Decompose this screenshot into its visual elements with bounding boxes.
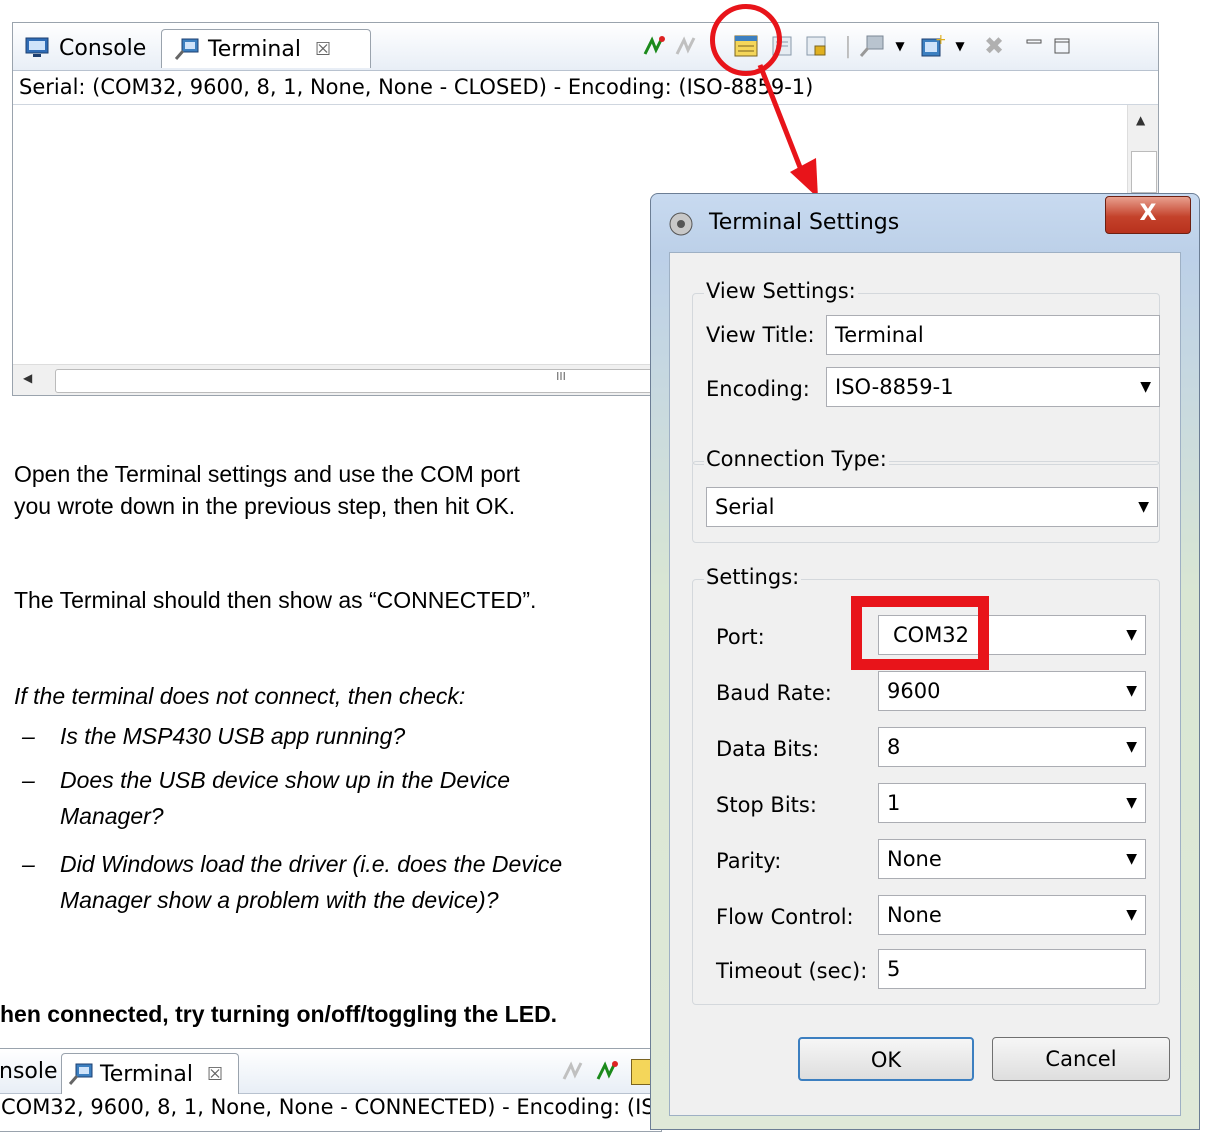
- tab-console-partial[interactable]: nsole: [0, 1059, 58, 1084]
- scroll-up-icon[interactable]: ▲: [1136, 113, 1145, 127]
- step1-line2: you wrote down in the previous step, the…: [14, 493, 516, 519]
- parity-select[interactable]: None ▼: [878, 839, 1146, 879]
- scroll-left-icon[interactable]: ◀: [23, 371, 32, 385]
- connection-status-line-bottom: COM32, 9600, 8, 1, None, None - CONNECTE…: [1, 1095, 655, 1119]
- view-title-value: Terminal: [835, 323, 924, 347]
- scroll-thumb[interactable]: [1131, 151, 1157, 193]
- connection-type-value: Serial: [715, 495, 775, 519]
- check-intro: If the terminal does not connect, then c…: [14, 683, 466, 709]
- tab-terminal-bottom[interactable]: Terminal ☒: [61, 1053, 239, 1094]
- minimize-icon[interactable]: [1021, 33, 1047, 59]
- chevron-down-icon: ▼: [1126, 739, 1137, 755]
- stop-bits-value: 1: [887, 791, 901, 815]
- baud-rate-label: Baud Rate:: [716, 681, 832, 705]
- chevron-down-icon: ▼: [1126, 683, 1137, 699]
- connect-icon-disabled[interactable]: [561, 1059, 585, 1083]
- terminal-view-bottom: nsole Terminal ☒ COM32, 9600, 8, 1, None…: [0, 1048, 662, 1132]
- scroll-lock-icon[interactable]: [803, 33, 829, 59]
- cancel-button[interactable]: Cancel: [992, 1037, 1170, 1081]
- connection-type-select[interactable]: Serial ▼: [706, 487, 1158, 527]
- chevron-down-icon: ▼: [1126, 907, 1137, 923]
- arrow-pointer: [757, 64, 818, 198]
- dialog-title: Terminal Settings: [709, 210, 900, 235]
- chevron-down-icon: ▼: [1126, 627, 1137, 643]
- encoding-select[interactable]: ISO-8859-1 ▼: [826, 367, 1160, 407]
- flow-control-value: None: [887, 903, 942, 927]
- flow-control-select[interactable]: None ▼: [878, 895, 1146, 935]
- timeout-label: Timeout (sec):: [716, 959, 868, 983]
- tab-close-icon[interactable]: ☒: [315, 39, 331, 60]
- timeout-value: 5: [887, 957, 901, 981]
- close-button[interactable]: X: [1105, 196, 1191, 234]
- console-icon: [25, 36, 51, 60]
- tab-terminal-label: Terminal: [208, 36, 301, 62]
- chevron-down-icon: ▼: [1138, 499, 1149, 515]
- chevron-down-icon-2[interactable]: ▼: [947, 33, 973, 59]
- data-bits-select[interactable]: 8 ▼: [878, 727, 1146, 767]
- separator-icon: |: [844, 33, 852, 59]
- new-terminal-icon[interactable]: [859, 33, 885, 59]
- flow-control-label: Flow Control:: [716, 905, 854, 929]
- dialog-titlebar[interactable]: Terminal Settings X: [651, 194, 1199, 254]
- bullet-3: –: [22, 851, 35, 877]
- close-icon: X: [1139, 201, 1157, 226]
- view-settings-label: View Settings:: [704, 279, 858, 303]
- check-item-3-line2: Manager show a problem with the device)?: [60, 887, 499, 913]
- baud-rate-value: 9600: [887, 679, 941, 703]
- svg-text:+: +: [935, 34, 945, 48]
- chevron-down-icon: ▼: [1126, 851, 1137, 867]
- connection-type-label: Connection Type:: [704, 447, 889, 471]
- stop-bits-select[interactable]: 1 ▼: [878, 783, 1146, 823]
- check-item-3-line1: Did Windows load the driver (i.e. does t…: [60, 851, 563, 877]
- tab-console-label: Console: [59, 35, 147, 61]
- encoding-value: ISO-8859-1: [835, 375, 954, 399]
- chevron-down-icon[interactable]: ▼: [887, 33, 913, 59]
- parity-value: None: [887, 847, 942, 871]
- tab-terminal-bottom-label: Terminal: [100, 1061, 193, 1087]
- new-view-icon[interactable]: +: [919, 33, 945, 59]
- view-tab-bar: Console Terminal ☒ | ▼ + ▼ ✖: [13, 23, 1158, 71]
- check-item-2-line2: Manager?: [60, 803, 164, 829]
- bullet-2: –: [22, 767, 35, 793]
- remove-icon[interactable]: ✖: [981, 32, 1007, 60]
- ok-button[interactable]: OK: [798, 1037, 974, 1081]
- data-bits-label: Data Bits:: [716, 737, 820, 761]
- data-bits-value: 8: [887, 735, 901, 759]
- settings-label: Settings:: [704, 565, 802, 589]
- scroll-grip: III: [556, 370, 566, 383]
- connection-status-line: Serial: (COM32, 9600, 8, 1, None, None -…: [13, 71, 1158, 105]
- stop-bits-label: Stop Bits:: [716, 793, 817, 817]
- disconnect-icon[interactable]: [595, 1059, 619, 1083]
- connected-heading: hen connected, try turning on/off/toggli…: [0, 1001, 558, 1027]
- view-title-label: View Title:: [706, 323, 815, 347]
- baud-rate-select[interactable]: 9600 ▼: [878, 671, 1146, 711]
- step1-line1: Open the Terminal settings and use the C…: [14, 461, 520, 487]
- terminal-icon: [68, 1062, 94, 1086]
- port-highlight-box: [851, 596, 989, 670]
- view-title-input[interactable]: Terminal: [826, 315, 1160, 355]
- encoding-label: Encoding:: [706, 377, 810, 401]
- chevron-down-icon: ▼: [1140, 379, 1151, 395]
- bullet-1: –: [22, 723, 35, 749]
- step2-text: The Terminal should then show as “CONNEC…: [14, 587, 537, 613]
- connect-icon[interactable]: [641, 33, 667, 59]
- dialog-app-icon: [667, 210, 695, 238]
- tab-close-icon[interactable]: ☒: [207, 1064, 223, 1085]
- check-item-2-line1: Does the USB device show up in the Devic…: [60, 767, 511, 793]
- maximize-icon[interactable]: [1049, 33, 1075, 59]
- dialog-body: View Settings: View Title: Terminal Enco…: [669, 252, 1181, 1116]
- scroll-thumb-horizontal[interactable]: III: [55, 369, 657, 393]
- view-tab-bar-bottom: nsole Terminal ☒: [0, 1049, 661, 1094]
- check-item-1: Is the MSP430 USB app running?: [60, 723, 406, 749]
- terminal-settings-dialog: Terminal Settings X View Settings: View …: [650, 193, 1200, 1130]
- parity-label: Parity:: [716, 849, 782, 873]
- disconnect-icon[interactable]: [673, 33, 699, 59]
- port-label: Port:: [716, 625, 765, 649]
- timeout-input[interactable]: 5: [878, 949, 1146, 989]
- terminal-icon: [174, 37, 200, 61]
- tab-terminal[interactable]: Terminal ☒: [161, 29, 371, 68]
- chevron-down-icon: ▼: [1126, 795, 1137, 811]
- tab-console[interactable]: Console: [17, 29, 163, 67]
